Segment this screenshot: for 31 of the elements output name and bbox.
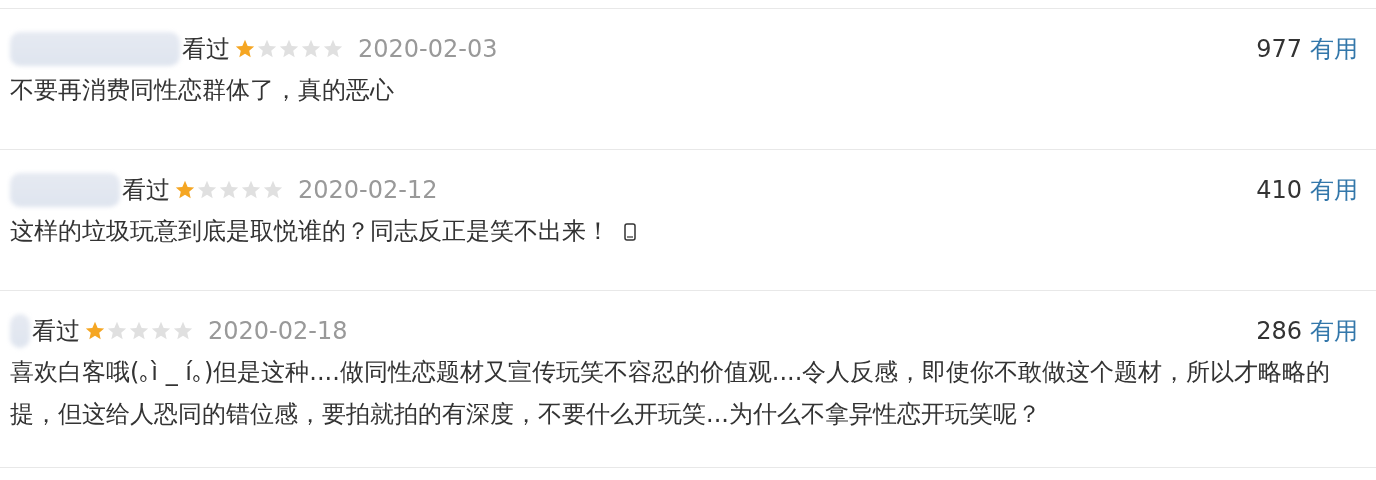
star-icon <box>106 320 128 342</box>
star-icon <box>322 38 344 60</box>
star-icon <box>128 320 150 342</box>
status-label: 看过 <box>182 34 230 65</box>
comment-text: 喜欢白客哦(｡ì _ í｡)但是这种....做同性恋题材又宣传玩笑不容忍的价值观....令人反感，即使你不敢做这个题材，所以才略略的提，但这给人恐同的错位感，要拍就拍的有深度，不要什么开玩笑...为什么不拿异性恋开玩笑呢？ <box>10 358 1331 428</box>
star-icon <box>196 179 218 201</box>
useful-link[interactable]: 有用 <box>1310 315 1358 347</box>
star-icon <box>218 179 240 201</box>
vote-count: 977 <box>1256 35 1302 63</box>
comment-text: 不要再消费同性恋群体了，真的恶心 <box>10 76 394 104</box>
comment-text: 这样的垃圾玩意到底是取悦谁的？同志反正是笑不出来！ <box>10 217 610 245</box>
star-icon <box>240 179 262 201</box>
comment-date: 2020-02-03 <box>358 35 498 63</box>
star-icon <box>84 320 106 342</box>
star-icon <box>234 38 256 60</box>
star-icon <box>150 320 172 342</box>
vote-count: 286 <box>1256 317 1302 345</box>
useful-link[interactable]: 有用 <box>1310 33 1358 65</box>
star-icon <box>172 320 194 342</box>
comment-date: 2020-02-12 <box>298 176 438 204</box>
star-icon <box>174 179 196 201</box>
vote-count: 410 <box>1256 176 1302 204</box>
star-icon <box>278 38 300 60</box>
status-label: 看过 <box>32 316 80 347</box>
star-icon <box>300 38 322 60</box>
star-icon <box>262 179 284 201</box>
useful-link[interactable]: 有用 <box>1310 174 1358 206</box>
star-icon <box>256 38 278 60</box>
blurred-username <box>10 314 30 348</box>
status-label: 看过 <box>122 175 170 206</box>
comment-date: 2020-02-18 <box>208 317 348 345</box>
